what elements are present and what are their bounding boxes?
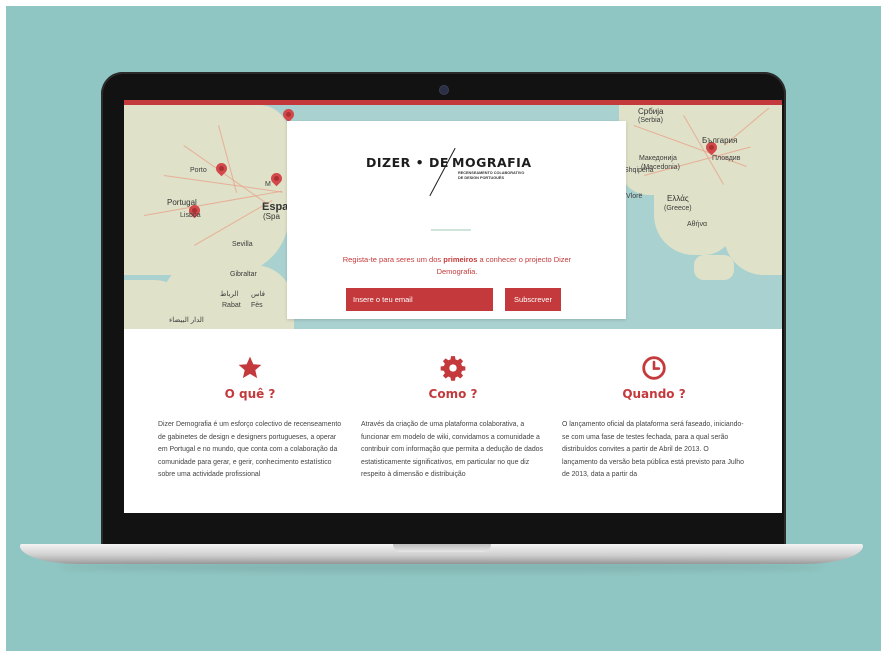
map-label: Αθήνα bbox=[687, 221, 708, 228]
gear-icon bbox=[440, 356, 466, 381]
laptop-screen: Portugal Lisboa Porto Espa (Spa M Sevill… bbox=[124, 100, 782, 513]
map-label: Ελλάς bbox=[667, 194, 689, 203]
clock-icon bbox=[642, 356, 666, 380]
map-label: Gibraltar bbox=[230, 271, 257, 278]
map-label: (Greece) bbox=[664, 205, 692, 212]
email-input[interactable]: Insere o teu email bbox=[346, 288, 493, 311]
divider bbox=[431, 229, 471, 231]
camera-icon bbox=[440, 86, 448, 94]
map-label: Rabat bbox=[222, 302, 241, 309]
column-text: Através da criação de uma plataforma col… bbox=[361, 421, 543, 478]
map-label: (Serbia) bbox=[638, 117, 663, 124]
map-label: Македонија bbox=[639, 155, 677, 162]
map-label: Lisboa bbox=[180, 212, 201, 219]
laptop-shadow bbox=[60, 562, 823, 572]
map-label: الدار البيضاء bbox=[169, 317, 204, 324]
logo-text: MOGRAFIA bbox=[452, 155, 532, 170]
laptop-notch bbox=[393, 544, 491, 552]
map-label: Shqipëria bbox=[624, 167, 654, 174]
logo-text: DIZER • DE bbox=[366, 155, 449, 170]
column-title: Quando ? bbox=[622, 387, 686, 401]
map-label: Sevilla bbox=[232, 241, 253, 248]
column-when: Quando ? O lançamento oficial da platafo… bbox=[562, 355, 746, 482]
column-title: Como ? bbox=[428, 387, 478, 401]
column-text: O lançamento oficial da plataforma será … bbox=[562, 421, 744, 478]
logo: DIZER • DE MOGRAFIA RECENSEAMENTO COLABO… bbox=[366, 147, 556, 197]
map-label: (Spa bbox=[263, 212, 280, 221]
star-icon bbox=[238, 356, 262, 379]
map-label: M bbox=[265, 181, 271, 188]
laptop-base bbox=[20, 544, 863, 564]
map-label: Portugal bbox=[167, 198, 197, 207]
column-text: Dizer Demografia é um esforço colectivo … bbox=[158, 421, 342, 478]
europe-map: Portugal Lisboa Porto Espa (Spa M Sevill… bbox=[124, 105, 782, 329]
map-label: الرباط bbox=[220, 291, 239, 298]
map-label: Fès bbox=[251, 302, 263, 309]
invite-text: Regista-te para seres um dos primeiros a… bbox=[342, 255, 572, 276]
subscribe-button[interactable]: Subscrever bbox=[505, 288, 561, 311]
logo-subtitle: RECENSEAMENTO COLABORATIVO DE DESIGN POR… bbox=[458, 171, 525, 180]
column-how: Como ? Através da criação de uma platafo… bbox=[361, 355, 545, 482]
map-label: Пловдив bbox=[712, 155, 741, 162]
map-label: България bbox=[702, 136, 738, 145]
map-label: Porto bbox=[190, 167, 207, 174]
map-label: فاس bbox=[251, 291, 266, 298]
signup-card: DIZER • DE MOGRAFIA RECENSEAMENTO COLABO… bbox=[287, 121, 626, 319]
map-label: Србија bbox=[638, 107, 664, 116]
map-label: Vlorë bbox=[626, 193, 643, 200]
column-what: O quê ? Dizer Demografia é um esforço co… bbox=[158, 355, 342, 482]
column-title: O quê ? bbox=[224, 387, 276, 401]
